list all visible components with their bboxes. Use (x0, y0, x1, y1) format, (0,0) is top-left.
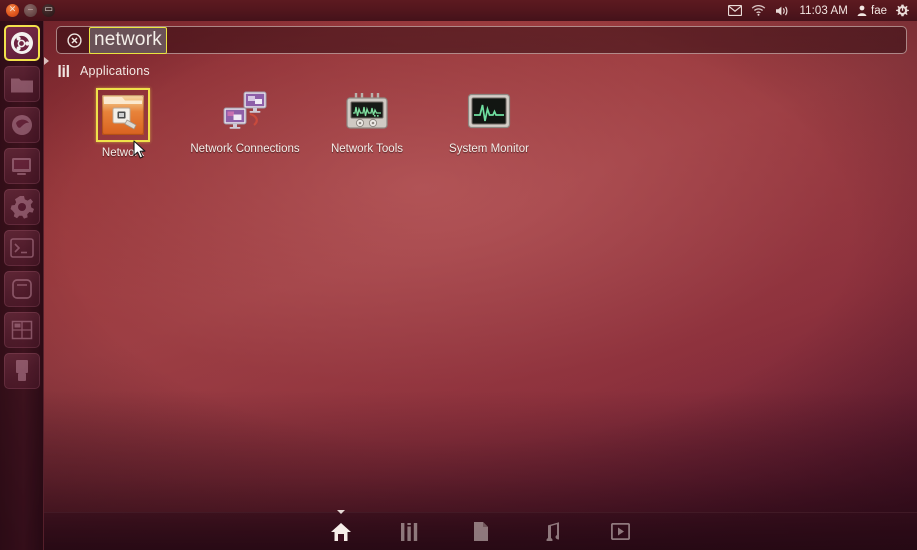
lens-files[interactable] (468, 519, 494, 545)
session-menu[interactable]: fae (857, 5, 887, 17)
home-icon (330, 522, 351, 541)
unity-launcher (0, 21, 49, 550)
messaging-icon[interactable] (728, 5, 743, 16)
music-note-icon (546, 522, 559, 541)
username-label: fae (871, 4, 887, 17)
clear-search-icon[interactable] (63, 29, 85, 51)
volume-icon[interactable] (775, 5, 790, 17)
text-editor-icon (11, 279, 32, 299)
background-vignette (0, 0, 917, 550)
result-item-system-monitor[interactable]: System Monitor (428, 86, 550, 159)
panel-indicators: 11:03 AM fae (728, 4, 917, 17)
result-label: Network Tools (330, 143, 403, 155)
top-panel: × ‒ ▭ 11:03 AM fae (0, 0, 917, 21)
category-header-applications[interactable]: Applications (58, 64, 150, 78)
launcher-spacer-2 (4, 435, 40, 471)
result-label: Network Connections (190, 143, 300, 155)
applications-grid-icon (58, 64, 69, 77)
ubuntu-logo-icon (10, 32, 33, 54)
two-monitors-icon (220, 88, 270, 138)
lens-home[interactable] (328, 509, 354, 545)
sidebar-item-usb-device[interactable] (3, 353, 40, 389)
dash-search-bar[interactable]: network (56, 26, 907, 54)
clock[interactable]: 11:03 AM (799, 5, 848, 17)
minimize-icon: ‒ (27, 4, 34, 15)
grid-icon (401, 522, 418, 541)
user-icon (857, 5, 867, 16)
chevron-down-icon (336, 509, 345, 514)
network-folder-icon (96, 88, 150, 142)
launcher-focus-arrow (44, 57, 49, 65)
search-results-grid: Network Network Connections Network Tool… (62, 86, 550, 159)
lens-applications[interactable] (398, 519, 424, 545)
gear-icon (10, 196, 34, 219)
sidebar-item-software-center[interactable] (3, 148, 40, 184)
terminal-icon (9, 238, 34, 258)
result-item-network-tools[interactable]: Network Tools (306, 86, 428, 159)
network-device-icon (342, 88, 392, 138)
usb-drive-icon (15, 360, 28, 381)
result-item-network-connections[interactable]: Network Connections (184, 86, 306, 159)
bfb-ubuntu-button[interactable] (3, 25, 40, 61)
dash-lens-bar (44, 509, 917, 550)
heartbeat-monitor-icon (464, 88, 514, 138)
calculator-icon (11, 320, 32, 340)
close-window-button[interactable]: × (6, 4, 19, 17)
lens-video[interactable] (608, 519, 634, 545)
result-label: Network (101, 147, 145, 159)
power-gear-icon[interactable] (896, 4, 909, 17)
video-play-icon (611, 523, 630, 540)
file-icon (473, 522, 488, 541)
category-label: Applications (80, 64, 150, 78)
folder-icon (10, 78, 33, 93)
lens-music[interactable] (538, 519, 564, 545)
software-center-icon (12, 157, 31, 175)
maximize-icon: ▭ (44, 4, 53, 15)
window-controls: × ‒ ▭ (0, 4, 55, 17)
launcher-spacer-1 (4, 394, 40, 430)
sidebar-item-terminal[interactable] (3, 230, 40, 266)
maximize-window-button[interactable]: ▭ (42, 4, 55, 17)
launcher-spacer-3 (4, 476, 40, 512)
result-label: System Monitor (449, 143, 529, 155)
result-item-network[interactable]: Network (62, 86, 184, 159)
sidebar-item-files-home[interactable] (3, 66, 40, 102)
ubuntu-unity-desktop: × ‒ ▭ 11:03 AM fae network Applications … (0, 0, 917, 550)
minimize-window-button[interactable]: ‒ (24, 4, 37, 17)
sidebar-item-text-editor[interactable] (3, 271, 40, 307)
sidebar-item-firefox[interactable] (3, 107, 40, 143)
firefox-icon (11, 115, 32, 135)
close-icon: × (8, 4, 17, 15)
search-input[interactable]: network (94, 29, 162, 50)
wifi-icon[interactable] (751, 5, 766, 16)
sidebar-item-system-settings[interactable] (3, 189, 40, 225)
sidebar-item-calculator[interactable] (3, 312, 40, 348)
search-text-selection: network (89, 26, 167, 54)
